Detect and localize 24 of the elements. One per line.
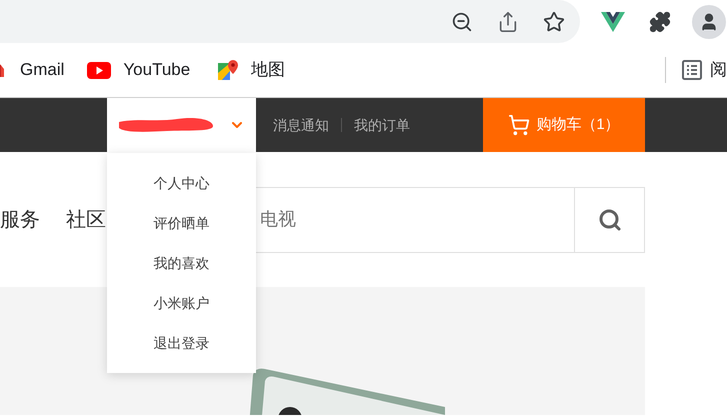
list-icon [682, 60, 702, 80]
zoom-out-icon[interactable] [451, 10, 473, 32]
user-menu-toggle[interactable] [107, 98, 256, 152]
play-button-icon [87, 62, 112, 78]
star-icon[interactable] [543, 10, 565, 32]
nav-link[interactable]: 社区 [66, 204, 106, 234]
profile-avatar[interactable] [692, 4, 726, 38]
dropdown-menu-item[interactable]: 我的喜欢 [154, 253, 210, 293]
search-icon [598, 208, 622, 232]
share-icon[interactable] [497, 10, 519, 32]
dropdown-menu-item[interactable]: 小米账户 [154, 293, 210, 333]
bookmark-link[interactable]: 地图 [217, 57, 286, 83]
cart-icon [508, 114, 530, 136]
nav-link[interactable]: 服务 [0, 204, 40, 234]
reading-list-link[interactable]: 阅 [682, 57, 727, 83]
dropdown-menu-item[interactable]: 退出登录 [154, 333, 210, 373]
search-button[interactable] [575, 186, 645, 252]
bookmark-link[interactable]: YouTube [87, 57, 190, 83]
bookmark-link[interactable]: Gmail [0, 57, 64, 83]
top-bar-link[interactable]: 我的订单 [354, 114, 410, 136]
map-pin-icon [217, 59, 240, 81]
v-logo-icon[interactable] [601, 12, 625, 32]
puzzle-icon[interactable] [649, 10, 671, 32]
top-bar-link[interactable]: 消息通知 [273, 114, 329, 136]
